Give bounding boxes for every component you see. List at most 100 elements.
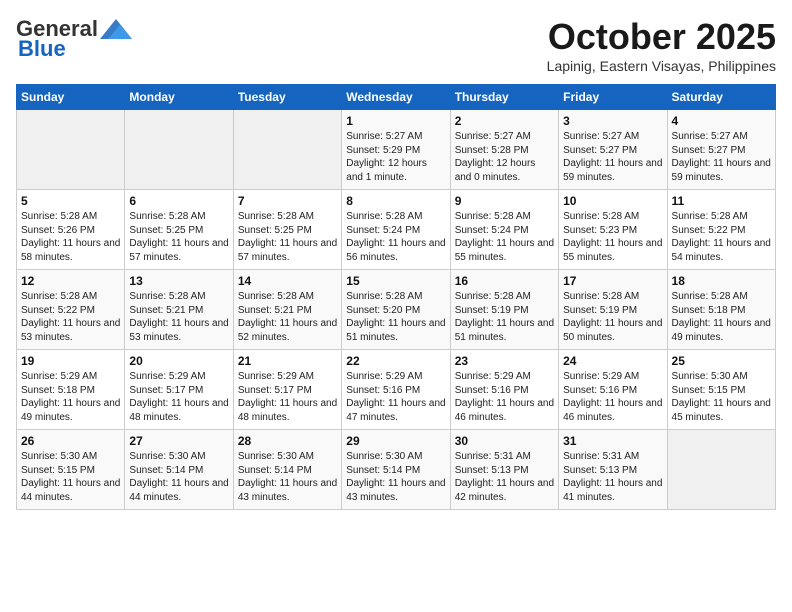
cell-sun-info: Sunrise: 5:28 AM Sunset: 5:23 PM Dayligh… bbox=[563, 210, 662, 264]
calendar-cell: 8Sunrise: 5:28 AM Sunset: 5:24 PM Daylig… bbox=[342, 190, 450, 270]
calendar-cell: 26 Sunrise: 5:30 AM Sunset: 5:15 PM Dayli… bbox=[17, 430, 125, 510]
cell-sun-info: Sunrise: 5:30 AM Sunset: 5:14 PM Dayligh… bbox=[238, 450, 337, 504]
cell-day-number: 4 bbox=[672, 114, 771, 128]
cell-day-number: 19 bbox=[21, 354, 120, 368]
cell-day-number: 6 bbox=[129, 194, 228, 208]
cell-day-number: 28 bbox=[238, 434, 337, 448]
cell-day-number: 11 bbox=[672, 194, 771, 208]
cell-sun-info: Sunrise: 5:28 AM Sunset: 5:22 PM Dayligh… bbox=[21, 290, 120, 344]
calendar-cell: 1 Sunrise: 5:27 AM Sunset: 5:29 PM Daylig… bbox=[342, 110, 450, 190]
cell-sun-info: Sunrise: 5:30 AM Sunset: 5:14 PM Dayligh… bbox=[129, 450, 228, 504]
cell-sun-info: Sunrise: 5:30 AM Sunset: 5:15 PM Dayligh… bbox=[672, 370, 771, 424]
week-row-4: 19 Sunrise: 5:29 AM Sunset: 5:18 PM Dayli… bbox=[17, 350, 776, 430]
cell-sun-info: Sunrise: 5:28 AM Sunset: 5:25 PM Dayligh… bbox=[129, 210, 228, 264]
calendar-cell: 12 Sunrise: 5:28 AM Sunset: 5:22 PM Dayli… bbox=[17, 270, 125, 350]
cell-day-number: 23 bbox=[455, 354, 554, 368]
calendar-cell bbox=[233, 110, 341, 190]
cell-day-number: 17 bbox=[563, 274, 662, 288]
calendar-cell: 30 Sunrise: 5:31 AM Sunset: 5:13 PM Dayli… bbox=[450, 430, 558, 510]
cell-sun-info: Sunrise: 5:29 AM Sunset: 5:16 PM Dayligh… bbox=[455, 370, 554, 424]
week-row-3: 12 Sunrise: 5:28 AM Sunset: 5:22 PM Dayli… bbox=[17, 270, 776, 350]
cell-sun-info: Sunrise: 5:27 AM Sunset: 5:27 PM Dayligh… bbox=[563, 130, 662, 184]
cell-sun-info: Sunrise: 5:27 AM Sunset: 5:27 PM Dayligh… bbox=[672, 130, 771, 184]
week-row-1: 1 Sunrise: 5:27 AM Sunset: 5:29 PM Daylig… bbox=[17, 110, 776, 190]
calendar-cell: 24 Sunrise: 5:29 AM Sunset: 5:16 PM Dayli… bbox=[559, 350, 667, 430]
weekday-header-sunday: Sunday bbox=[17, 85, 125, 110]
calendar-cell: 2 Sunrise: 5:27 AM Sunset: 5:28 PM Daylig… bbox=[450, 110, 558, 190]
cell-sun-info: Sunrise: 5:30 AM Sunset: 5:15 PM Dayligh… bbox=[21, 450, 120, 504]
calendar-cell: 22Sunrise: 5:29 AM Sunset: 5:16 PM Dayli… bbox=[342, 350, 450, 430]
cell-day-number: 30 bbox=[455, 434, 554, 448]
calendar-cell: 10 Sunrise: 5:28 AM Sunset: 5:23 PM Dayli… bbox=[559, 190, 667, 270]
weekday-header-tuesday: Tuesday bbox=[233, 85, 341, 110]
calendar-cell: 21 Sunrise: 5:29 AM Sunset: 5:17 PM Dayli… bbox=[233, 350, 341, 430]
calendar-cell: 6 Sunrise: 5:28 AM Sunset: 5:25 PM Daylig… bbox=[125, 190, 233, 270]
cell-day-number: 2 bbox=[455, 114, 554, 128]
calendar-cell bbox=[17, 110, 125, 190]
calendar-cell bbox=[125, 110, 233, 190]
calendar-cell: 19 Sunrise: 5:29 AM Sunset: 5:18 PM Dayli… bbox=[17, 350, 125, 430]
calendar-cell: 13 Sunrise: 5:28 AM Sunset: 5:21 PM Dayli… bbox=[125, 270, 233, 350]
cell-day-number: 12 bbox=[21, 274, 120, 288]
calendar-cell: 25 Sunrise: 5:30 AM Sunset: 5:15 PM Dayli… bbox=[667, 350, 775, 430]
calendar-cell: 5Sunrise: 5:28 AM Sunset: 5:26 PM Daylig… bbox=[17, 190, 125, 270]
cell-day-number: 5 bbox=[21, 194, 120, 208]
cell-day-number: 1 bbox=[346, 114, 445, 128]
cell-sun-info: Sunrise: 5:29 AM Sunset: 5:16 PM Dayligh… bbox=[563, 370, 662, 424]
cell-day-number: 24 bbox=[563, 354, 662, 368]
cell-sun-info: Sunrise: 5:28 AM Sunset: 5:19 PM Dayligh… bbox=[563, 290, 662, 344]
cell-day-number: 27 bbox=[129, 434, 228, 448]
cell-sun-info: Sunrise: 5:27 AM Sunset: 5:28 PM Dayligh… bbox=[455, 130, 554, 184]
calendar-cell: 29 Sunrise: 5:30 AM Sunset: 5:14 PM Dayli… bbox=[342, 430, 450, 510]
cell-day-number: 10 bbox=[563, 194, 662, 208]
cell-sun-info: Sunrise: 5:28 AM Sunset: 5:18 PM Dayligh… bbox=[672, 290, 771, 344]
header: General Blue October 2025 Lapinig, Easte… bbox=[16, 16, 776, 74]
cell-day-number: 18 bbox=[672, 274, 771, 288]
calendar-cell: 18 Sunrise: 5:28 AM Sunset: 5:18 PM Dayli… bbox=[667, 270, 775, 350]
cell-sun-info: Sunrise: 5:27 AM Sunset: 5:29 PM Dayligh… bbox=[346, 130, 445, 184]
calendar-cell: 20Sunrise: 5:29 AM Sunset: 5:17 PM Dayli… bbox=[125, 350, 233, 430]
cell-sun-info: Sunrise: 5:28 AM Sunset: 5:20 PM Dayligh… bbox=[346, 290, 445, 344]
cell-day-number: 8 bbox=[346, 194, 445, 208]
calendar-cell: 15 Sunrise: 5:28 AM Sunset: 5:20 PM Dayli… bbox=[342, 270, 450, 350]
subtitle: Lapinig, Eastern Visayas, Philippines bbox=[547, 58, 776, 74]
weekday-header-friday: Friday bbox=[559, 85, 667, 110]
calendar-cell: 17 Sunrise: 5:28 AM Sunset: 5:19 PM Dayli… bbox=[559, 270, 667, 350]
calendar-cell: 9 Sunrise: 5:28 AM Sunset: 5:24 PM Daylig… bbox=[450, 190, 558, 270]
cell-sun-info: Sunrise: 5:31 AM Sunset: 5:13 PM Dayligh… bbox=[563, 450, 662, 504]
cell-sun-info: Sunrise: 5:29 AM Sunset: 5:16 PM Dayligh… bbox=[346, 370, 445, 424]
title-area: October 2025 Lapinig, Eastern Visayas, P… bbox=[547, 16, 776, 74]
cell-sun-info: Sunrise: 5:30 AM Sunset: 5:14 PM Dayligh… bbox=[346, 450, 445, 504]
cell-sun-info: Sunrise: 5:28 AM Sunset: 5:19 PM Dayligh… bbox=[455, 290, 554, 344]
cell-day-number: 14 bbox=[238, 274, 337, 288]
cell-sun-info: Sunrise: 5:28 AM Sunset: 5:21 PM Dayligh… bbox=[238, 290, 337, 344]
cell-day-number: 7 bbox=[238, 194, 337, 208]
cell-day-number: 13 bbox=[129, 274, 228, 288]
cell-day-number: 31 bbox=[563, 434, 662, 448]
calendar-cell: 7 Sunrise: 5:28 AM Sunset: 5:25 PM Daylig… bbox=[233, 190, 341, 270]
logo-icon bbox=[100, 19, 132, 39]
cell-sun-info: Sunrise: 5:29 AM Sunset: 5:17 PM Dayligh… bbox=[129, 370, 228, 424]
cell-day-number: 21 bbox=[238, 354, 337, 368]
week-row-2: 5Sunrise: 5:28 AM Sunset: 5:26 PM Daylig… bbox=[17, 190, 776, 270]
cell-day-number: 25 bbox=[672, 354, 771, 368]
calendar-cell: 27 Sunrise: 5:30 AM Sunset: 5:14 PM Dayli… bbox=[125, 430, 233, 510]
cell-sun-info: Sunrise: 5:28 AM Sunset: 5:21 PM Dayligh… bbox=[129, 290, 228, 344]
cell-day-number: 15 bbox=[346, 274, 445, 288]
logo-blue: Blue bbox=[18, 36, 66, 62]
calendar-cell: 3Sunrise: 5:27 AM Sunset: 5:27 PM Daylig… bbox=[559, 110, 667, 190]
cell-sun-info: Sunrise: 5:28 AM Sunset: 5:24 PM Dayligh… bbox=[455, 210, 554, 264]
cell-day-number: 26 bbox=[21, 434, 120, 448]
calendar-cell bbox=[667, 430, 775, 510]
weekday-header-row: SundayMondayTuesdayWednesdayThursdayFrid… bbox=[17, 85, 776, 110]
cell-sun-info: Sunrise: 5:31 AM Sunset: 5:13 PM Dayligh… bbox=[455, 450, 554, 504]
calendar-cell: 16Sunrise: 5:28 AM Sunset: 5:19 PM Dayli… bbox=[450, 270, 558, 350]
cell-day-number: 9 bbox=[455, 194, 554, 208]
calendar-cell: 31 Sunrise: 5:31 AM Sunset: 5:13 PM Dayli… bbox=[559, 430, 667, 510]
cell-day-number: 29 bbox=[346, 434, 445, 448]
weekday-header-thursday: Thursday bbox=[450, 85, 558, 110]
weekday-header-wednesday: Wednesday bbox=[342, 85, 450, 110]
cell-sun-info: Sunrise: 5:29 AM Sunset: 5:18 PM Dayligh… bbox=[21, 370, 120, 424]
cell-sun-info: Sunrise: 5:29 AM Sunset: 5:17 PM Dayligh… bbox=[238, 370, 337, 424]
cell-sun-info: Sunrise: 5:28 AM Sunset: 5:25 PM Dayligh… bbox=[238, 210, 337, 264]
